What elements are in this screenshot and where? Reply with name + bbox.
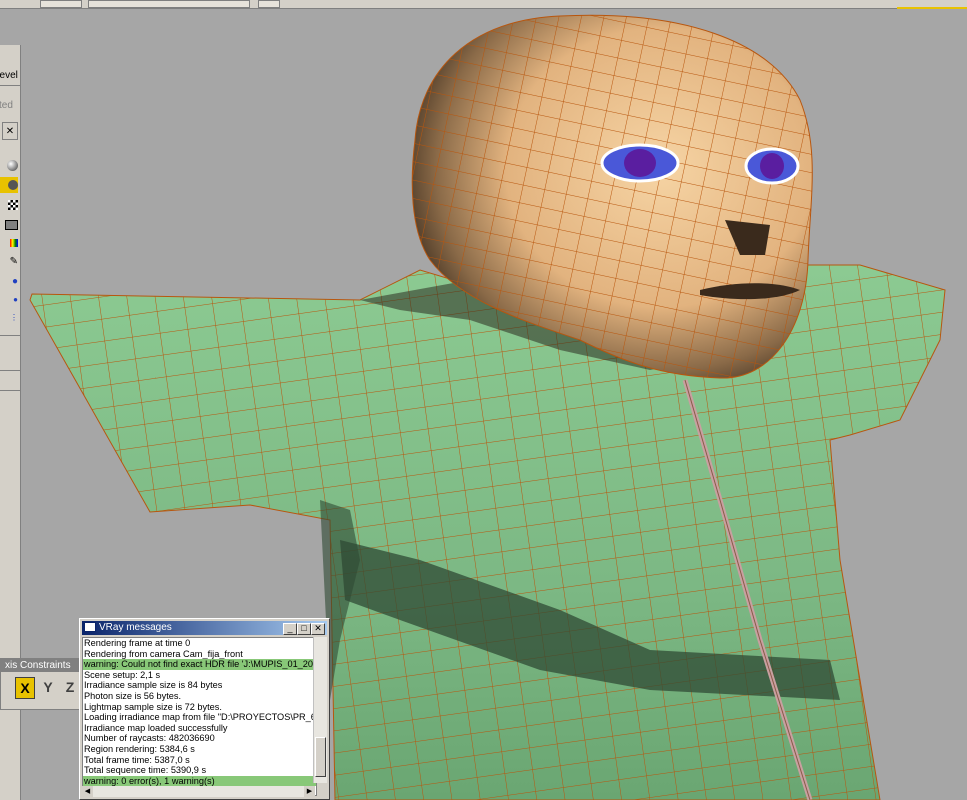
toolbar-field[interactable] (88, 0, 250, 8)
axis-x-button[interactable]: X (15, 677, 35, 699)
scroll-right-icon[interactable]: ▶ (304, 786, 315, 797)
sted-label: sted (0, 100, 13, 111)
toolbar-button[interactable] (258, 0, 280, 8)
level-label: Level (0, 70, 18, 81)
scroll-left-icon[interactable]: ◀ (82, 786, 93, 797)
log-message: Number of raycasts: 482036690 (84, 733, 215, 744)
maximize-button[interactable]: □ (297, 623, 311, 635)
axis-constraints-title: xis Constraints (1, 659, 81, 672)
close-icon[interactable]: ✕ (2, 122, 18, 140)
vertical-scrollbar[interactable] (313, 637, 327, 783)
log-message: Irradiance sample size is 84 bytes (84, 680, 223, 691)
scroll-thumb[interactable] (315, 737, 326, 777)
vray-title-bar[interactable]: VRay messages _ □ ✕ (82, 621, 327, 635)
color-icon[interactable] (0, 235, 18, 251)
log-message: Region rendering: 5384,6 s (84, 743, 195, 754)
minimize-button[interactable]: _ (283, 623, 297, 635)
close-button[interactable]: ✕ (311, 623, 325, 635)
link-icon[interactable]: ● (0, 291, 18, 307)
box-icon[interactable] (0, 217, 18, 233)
toolbar-button[interactable] (40, 0, 82, 8)
wand-icon[interactable]: ✎ (0, 253, 18, 269)
message-log[interactable]: Rendering frame at time 0 Rendering from … (82, 637, 317, 796)
log-message: Scene setup: 2,1 s (84, 669, 161, 680)
log-message: Total sequence time: 5390,9 s (84, 765, 207, 776)
hierarchy-icon[interactable]: ⋮ (0, 309, 18, 325)
log-message: Rendering from camera Cam_fija_front (84, 648, 243, 659)
pick-icon[interactable]: ● (0, 273, 18, 289)
axis-y-button[interactable]: Y (39, 677, 57, 697)
vray-messages-window: VRay messages _ □ ✕ Rendering frame at t… (79, 618, 330, 800)
sphere-icon[interactable] (0, 157, 18, 173)
top-toolbar (0, 0, 967, 9)
axis-constraints-toolbar: xis Constraints X Y Z (0, 658, 82, 710)
horizontal-scrollbar[interactable]: ◀ ▶ (82, 786, 315, 797)
log-message: Loading irradiance map from file "D:\PRO… (84, 712, 316, 723)
window-icon (84, 622, 96, 633)
vray-window-title: VRay messages (99, 622, 172, 633)
log-message: Total frame time: 5387,0 s (84, 754, 190, 765)
active-indicator (897, 0, 967, 9)
axis-z-button[interactable]: Z (61, 677, 79, 697)
material-icon[interactable] (0, 177, 18, 193)
warning-message: warning: Could not find exact HDR file '… (83, 659, 316, 670)
log-message: Photon size is 56 bytes. (84, 690, 182, 701)
checker-icon[interactable] (0, 197, 18, 213)
log-message: Irradiance map loaded successfully (84, 722, 228, 733)
log-message: Lightmap sample size is 72 bytes. (84, 701, 222, 712)
warning-message: warning: 0 error(s), 1 warning(s) (83, 775, 316, 787)
log-message: Rendering frame at time 0 (84, 638, 191, 648)
